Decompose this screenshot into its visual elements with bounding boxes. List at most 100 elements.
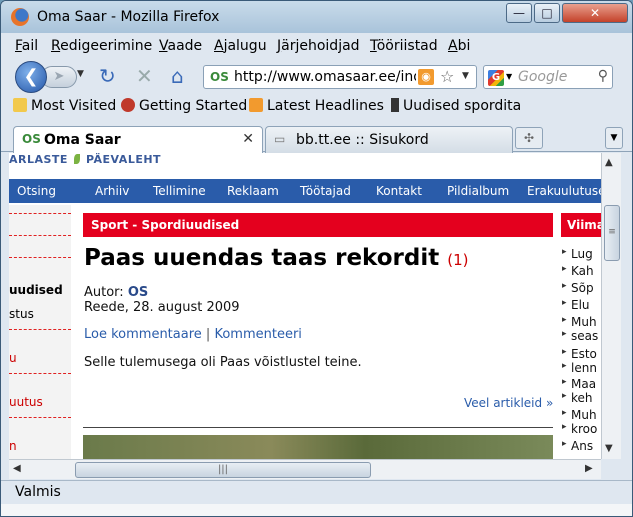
section-title[interactable]: Sport - Spordiuudised: [91, 218, 239, 232]
reload-icon[interactable]: ↻: [99, 65, 116, 87]
article-body: Selle tulemusega oli Paas võistlustel te…: [84, 355, 362, 370]
right-list-item[interactable]: Lug: [562, 247, 593, 261]
rss-icon[interactable]: ◉: [418, 69, 434, 85]
tab-bbtt[interactable]: ▭ bb.tt.ee :: Sisukord: [265, 126, 513, 153]
new-tab-button[interactable]: ✣: [515, 127, 543, 149]
right-list-item-cont[interactable]: seas: [562, 329, 598, 343]
sidebar-divider: [9, 329, 71, 330]
site-nav-pildialbum[interactable]: Pildialbum: [447, 184, 509, 198]
bookmark-latest-headlines[interactable]: Latest Headlines: [249, 98, 384, 114]
bookmark-most-visited[interactable]: Most Visited: [13, 98, 116, 114]
history-dropdown-icon[interactable]: ▼: [77, 69, 84, 79]
menu-bookmarks[interactable]: Järjehoidjad: [277, 38, 360, 54]
site-nav-arhiiv[interactable]: Arhiiv: [95, 184, 129, 198]
site-nav-tellimine[interactable]: Tellimine: [153, 184, 206, 198]
menu-bar: Fail Redigeerimine Vaade Ajalugu Järjeho…: [1, 35, 632, 59]
menu-edit[interactable]: Redigeerimine: [51, 38, 152, 54]
bookmark-getting-started[interactable]: Getting Started: [121, 98, 247, 114]
site-nav-kontakt[interactable]: Kontakt: [376, 184, 422, 198]
right-list-item[interactable]: Maa: [562, 377, 596, 391]
site-nav-otsing[interactable]: Otsing: [17, 184, 56, 198]
read-comments-link[interactable]: Loe kommentaare: [84, 327, 202, 342]
menu-history[interactable]: Ajalugu: [214, 38, 267, 54]
right-sidebar: Viima Lug Kah Sõp Elu Muh seas Esto lenn…: [561, 213, 601, 459]
article-author: Autor: OS: [84, 285, 149, 300]
google-engine-icon[interactable]: G: [488, 70, 504, 86]
menu-file[interactable]: Fail: [15, 38, 38, 54]
sidebar-divider: [9, 417, 71, 418]
sidebar-item[interactable]: uutus: [9, 395, 43, 409]
search-input[interactable]: Google: [518, 69, 567, 85]
bookmark-uudised-spordita[interactable]: Uudised spordita: [391, 98, 521, 114]
sidebar-divider: [9, 213, 71, 214]
site-nav-reklaam[interactable]: Reklaam: [227, 184, 279, 198]
right-list-item[interactable]: Ans: [562, 439, 593, 453]
right-list-item[interactable]: Kah: [562, 264, 593, 278]
window-title: Oma Saar - Mozilla Firefox: [37, 9, 220, 25]
status-text: Valmis: [15, 484, 61, 500]
engine-dropdown-icon[interactable]: ▼: [506, 72, 512, 81]
menu-view[interactable]: Vaade: [159, 38, 202, 54]
comment-count[interactable]: (1): [447, 251, 468, 269]
browser-window: Oma Saar - Mozilla Firefox — □ ✕ Fail Re…: [0, 0, 633, 517]
back-icon[interactable]: ❮: [15, 61, 47, 93]
search-bar[interactable]: G ▼ Google ⚲: [483, 65, 613, 89]
menu-help[interactable]: Abi: [448, 38, 470, 54]
tab-label: bb.tt.ee :: Sisukord: [296, 132, 429, 148]
search-icon[interactable]: ⚲: [598, 68, 608, 84]
close-tab-icon[interactable]: ✕: [242, 131, 254, 147]
url-bar[interactable]: OS http://www.omasaar.ee/index ◉ ☆ ▼: [203, 65, 477, 89]
right-sidebar-header: Viima: [561, 213, 601, 237]
sidebar-item[interactable]: n: [9, 439, 17, 453]
scroll-down-icon[interactable]: ▼: [605, 443, 613, 454]
firefox-logo-icon: [11, 8, 29, 26]
scroll-left-icon[interactable]: ◀: [13, 463, 21, 474]
author-link[interactable]: OS: [128, 285, 148, 300]
sidebar-item[interactable]: u: [9, 351, 17, 365]
vertical-scroll-thumb[interactable]: ≡: [604, 205, 620, 261]
right-list-item-cont[interactable]: keh: [562, 391, 592, 405]
more-articles-link[interactable]: Veel artikleid »: [464, 396, 553, 410]
article-headline: Paas uuendas taas rekordit (1): [84, 245, 469, 271]
leaf-icon: [73, 154, 80, 164]
article-photo[interactable]: [83, 435, 553, 459]
site-nav-tootajad[interactable]: Töötajad: [300, 184, 351, 198]
right-list-item[interactable]: Sõp: [562, 281, 593, 295]
sidebar-item[interactable]: uudised: [9, 283, 63, 297]
right-list-item[interactable]: Elu: [562, 298, 589, 312]
tab-oma-saar[interactable]: OS Oma Saar ✕: [13, 126, 263, 153]
bookmarks-toolbar: Most Visited Getting Started Latest Head…: [1, 95, 632, 121]
sidebar-divider: [9, 373, 71, 374]
rss-feed-icon: [249, 98, 263, 112]
scroll-right-icon[interactable]: ▶: [585, 463, 593, 474]
firefox-bookmark-icon: [121, 98, 135, 112]
right-list-item[interactable]: Muh: [562, 315, 596, 329]
vertical-scrollbar[interactable]: ▲ ≡ ▼: [601, 153, 621, 459]
article-date: Reede, 28. august 2009: [84, 300, 240, 315]
desktop-background: [1, 504, 632, 516]
minimize-button[interactable]: —: [506, 3, 532, 23]
bookmark-star-icon[interactable]: ☆: [440, 67, 454, 86]
home-icon[interactable]: ⌂: [171, 65, 184, 87]
url-dropdown-icon[interactable]: ▼: [462, 71, 469, 81]
close-button[interactable]: ✕: [562, 3, 628, 23]
right-list-item-cont[interactable]: lenn: [562, 361, 597, 375]
web-content: ARLASTE PÄEVALEHT Otsing Arhiiv Tellimine…: [9, 153, 601, 459]
horizontal-scroll-thumb[interactable]: |||: [75, 462, 371, 478]
tab-list-dropdown-icon[interactable]: ▼: [605, 127, 623, 149]
add-comment-link[interactable]: Kommenteeri: [214, 327, 301, 342]
stop-icon[interactable]: ✕: [136, 65, 153, 87]
scroll-up-icon[interactable]: ▲: [605, 157, 613, 168]
title-bar: Oma Saar - Mozilla Firefox — □ ✕: [1, 1, 632, 33]
status-bar: Valmis: [1, 480, 632, 504]
menu-tools[interactable]: Tööriistad: [370, 38, 438, 54]
right-list-item-cont[interactable]: kroo: [562, 422, 597, 436]
site-nav-erakuulutused[interactable]: Erakuulutuse: [527, 184, 601, 198]
maximize-button[interactable]: □: [534, 3, 560, 23]
right-list-item[interactable]: Esto: [562, 347, 597, 361]
url-text[interactable]: http://www.omasaar.ee/index: [234, 69, 416, 85]
right-list-item[interactable]: Muh: [562, 408, 596, 422]
sidebar-item[interactable]: stus: [9, 307, 34, 321]
site-logo[interactable]: ARLASTE PÄEVALEHT: [9, 153, 161, 171]
horizontal-scrollbar[interactable]: ◀ ||| ▶: [9, 459, 601, 479]
